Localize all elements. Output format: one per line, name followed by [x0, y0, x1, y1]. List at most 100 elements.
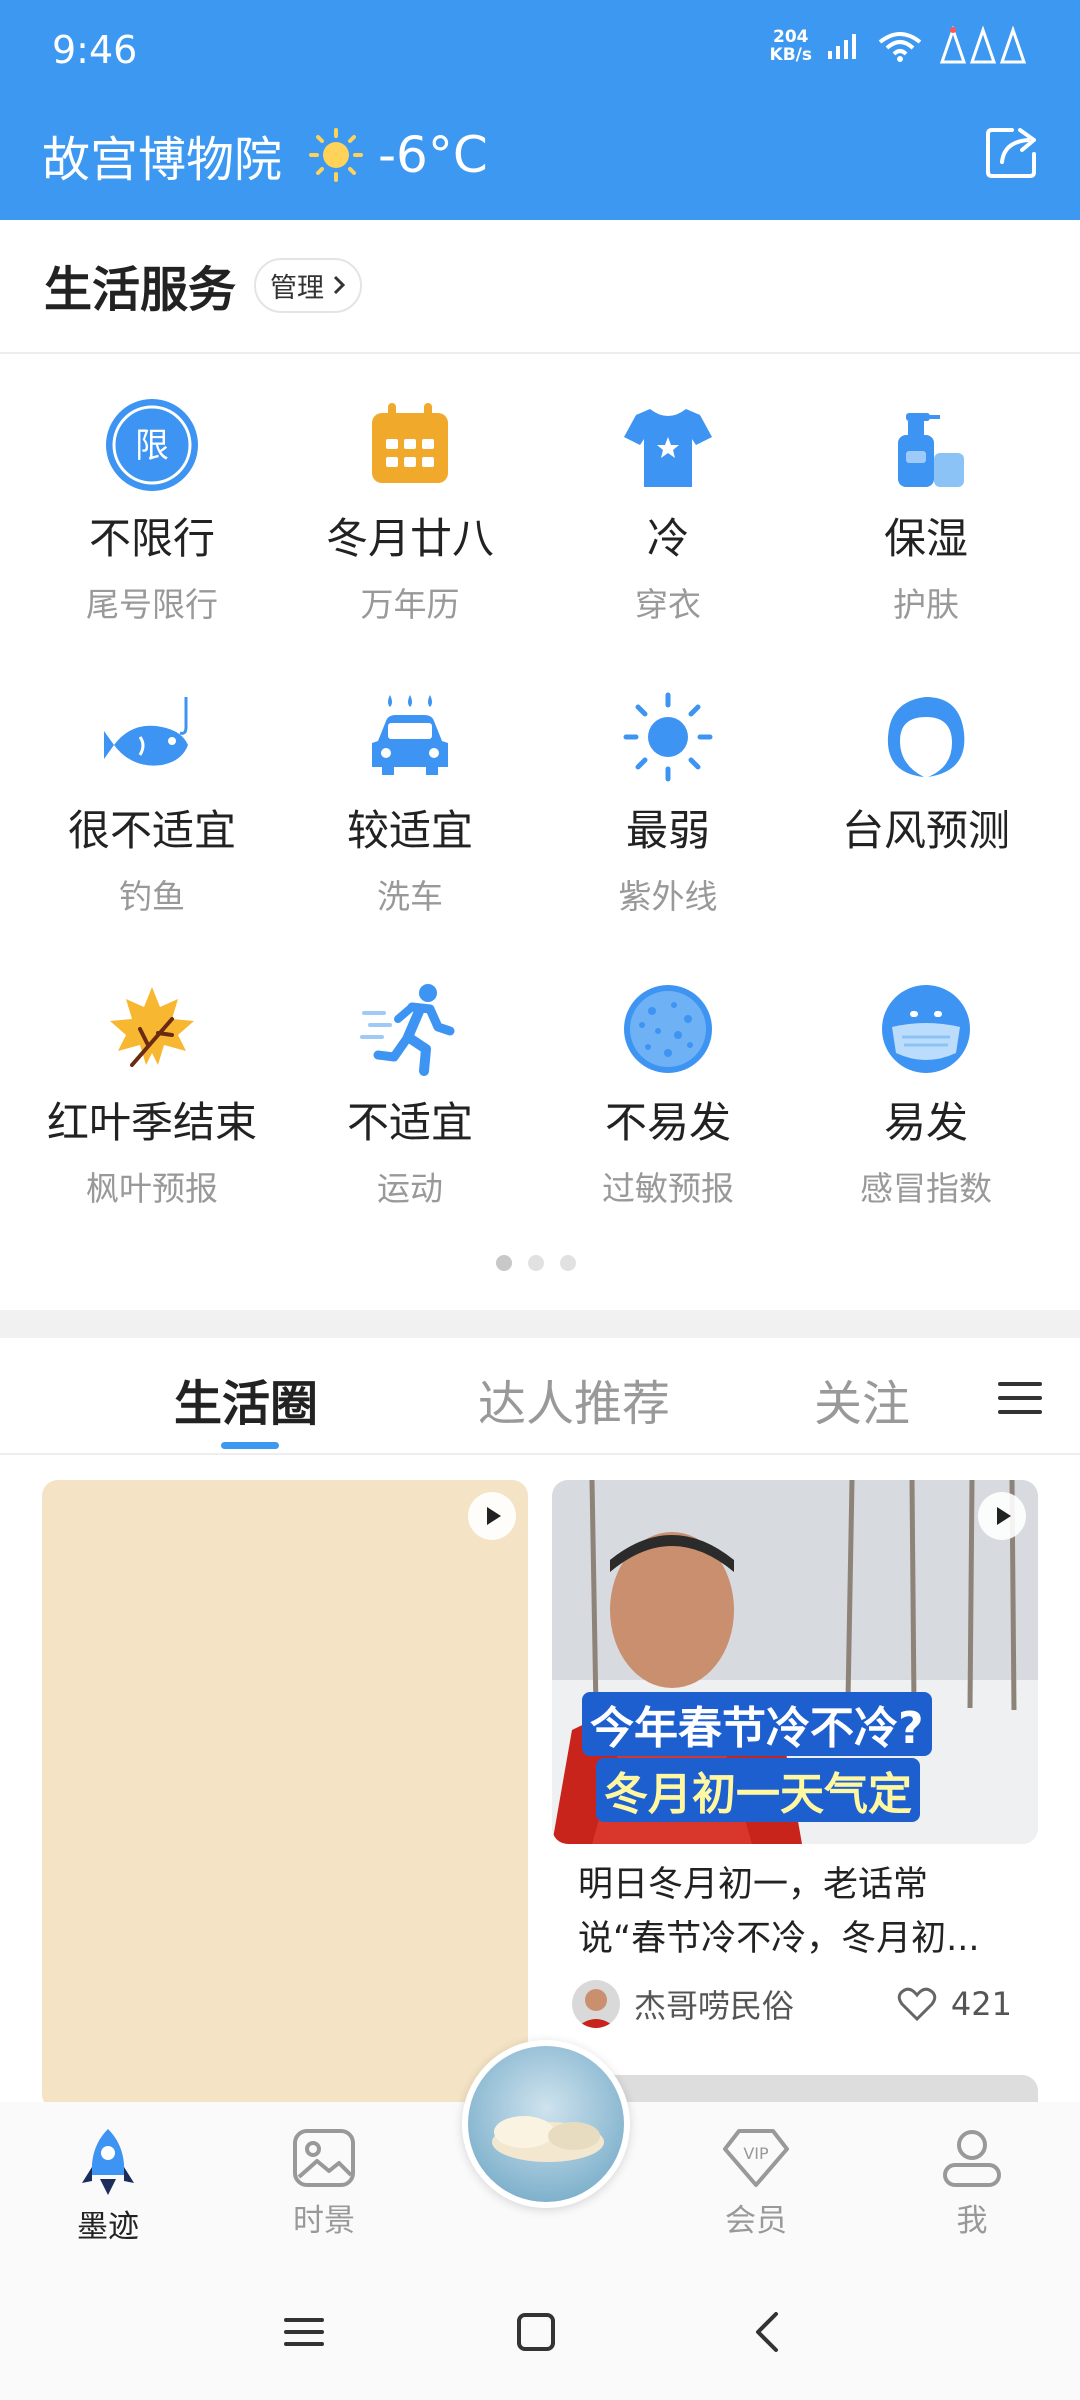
service-restriction[interactable]: 限 不限行 尾号限行	[22, 395, 282, 626]
nav-moji[interactable]: 墨迹	[48, 2125, 168, 2246]
service-label: 紫外线	[618, 877, 718, 916]
chevron-right-icon	[333, 275, 346, 295]
service-value: 不适宜	[346, 1098, 473, 1147]
nav-me[interactable]: 我	[912, 2125, 1032, 2240]
service-typhoon[interactable]: 台风预测	[796, 687, 1056, 870]
author-name[interactable]: 杰哥唠民俗	[634, 1981, 794, 2027]
page-dot-active	[496, 1255, 512, 1271]
service-label: 尾号限行	[86, 585, 218, 624]
uv-sun-icon	[623, 692, 713, 782]
service-label: 万年历	[360, 585, 460, 624]
app-header: 9:46 204 KB/s 故宫博物院 -6°C	[0, 0, 1080, 220]
tab-expert-recommend[interactable]: 达人推荐	[478, 1364, 670, 1434]
heart-icon	[897, 1987, 937, 2022]
svg-text:限: 限	[135, 426, 169, 466]
thumbnail-overlay-line2: 冬月初一天气定	[596, 1758, 920, 1822]
maple-leaf-icon	[110, 987, 194, 1067]
service-value: 很不适宜	[67, 806, 236, 855]
manage-label: 管理	[270, 272, 325, 304]
services-header: 生活服务 管理	[44, 250, 363, 320]
home-icon[interactable]	[516, 2312, 556, 2352]
service-value: 冬月廿八	[325, 514, 494, 563]
share-icon[interactable]	[982, 122, 1042, 182]
services-title: 生活服务	[44, 262, 237, 318]
image-icon	[293, 2129, 355, 2187]
service-value: 易发	[883, 1098, 968, 1147]
card-author-row: 杰哥唠民俗 421	[572, 1980, 1012, 2028]
typhoon-icon	[887, 697, 965, 777]
service-label: 钓鱼	[119, 877, 185, 916]
service-label: 过敏预报	[602, 1169, 734, 1208]
running-icon	[360, 984, 455, 1076]
video-thumbnail: 今年春节冷不冷? 冬月初一天气定	[552, 1480, 1038, 1844]
notification-tree-icons	[939, 26, 1027, 64]
play-icon	[468, 1492, 516, 1540]
service-maple[interactable]: 红叶季结束 枫叶预报	[22, 979, 282, 1210]
service-value: 不限行	[88, 514, 215, 563]
car-wash-icon	[372, 695, 448, 775]
service-uv[interactable]: 最弱 紫外线	[538, 687, 798, 918]
service-clothing[interactable]: 冷 穿衣	[538, 395, 798, 626]
mask-face-icon	[882, 985, 970, 1073]
service-cold[interactable]: 易发 感冒指数	[796, 979, 1056, 1210]
nav-vip[interactable]: VIP 会员	[696, 2125, 816, 2240]
service-fishing[interactable]: 很不适宜 钓鱼	[22, 687, 282, 918]
net-speed-unit: KB/s	[769, 45, 812, 65]
service-value: 最弱	[625, 806, 710, 855]
vip-icon: VIP	[723, 2129, 789, 2187]
service-value: 保湿	[883, 514, 968, 563]
tab-following[interactable]: 关注	[814, 1364, 910, 1434]
temperature: -6°C	[378, 126, 488, 184]
tab-life-circle[interactable]: 生活圈	[174, 1364, 318, 1434]
page-dot	[560, 1255, 576, 1271]
signal-icon	[828, 34, 856, 59]
service-skincare[interactable]: 保湿 护肤	[796, 395, 1056, 626]
service-carwash[interactable]: 较适宜 洗车	[280, 687, 540, 918]
user-icon	[943, 2130, 1001, 2187]
avatar[interactable]	[572, 1980, 620, 2028]
status-icons: 204 KB/s	[770, 26, 1028, 66]
manage-button[interactable]: 管理	[254, 257, 363, 313]
sun-icon	[309, 128, 364, 182]
service-label: 感冒指数	[860, 1169, 992, 1208]
service-value: 台风预测	[841, 806, 1010, 855]
net-speed: 204 KB/s	[770, 28, 812, 64]
fish-icon	[104, 697, 188, 766]
like-button[interactable]: 421	[897, 1985, 1012, 2023]
feed-card-article[interactable]: 今年春节冷不冷? 冬月初一天气定 明日冬月初一，老话常说“春节冷不冷，冬月初..…	[552, 1480, 1038, 2028]
location-name[interactable]: 故宫博物院	[42, 120, 282, 190]
thumbnail-overlay-line1: 今年春节冷不冷?	[582, 1692, 932, 1756]
calendar-icon	[372, 403, 448, 483]
skincare-icon	[898, 413, 964, 487]
nav-label: 墨迹	[77, 2209, 139, 2245]
net-speed-value: 204	[773, 27, 809, 47]
nav-scenery[interactable]: 时景	[264, 2125, 384, 2240]
rocket-icon	[82, 2129, 134, 2195]
service-label: 枫叶预报	[86, 1169, 218, 1208]
service-label: 护肤	[893, 585, 959, 624]
service-label: 穿衣	[635, 585, 701, 624]
active-tab-indicator	[221, 1442, 279, 1449]
service-value: 较适宜	[346, 806, 473, 855]
service-value: 冷	[646, 514, 689, 563]
back-icon[interactable]	[752, 2310, 782, 2354]
feed-card-video[interactable]	[42, 1480, 528, 2110]
service-label: 运动	[377, 1169, 443, 1208]
center-weather-globe[interactable]	[462, 2040, 630, 2208]
svg-text:VIP: VIP	[743, 2144, 769, 2163]
menu-icon[interactable]	[998, 1378, 1042, 1418]
tshirt-icon	[624, 409, 712, 487]
section-gap	[0, 1310, 1080, 1338]
nav-label: 时景	[293, 2203, 355, 2239]
system-navigation-bar	[0, 2280, 1080, 2400]
feed-tabs: 生活圈 达人推荐 关注	[0, 1338, 1080, 1455]
page-dot	[528, 1255, 544, 1271]
service-calendar[interactable]: 冬月廿八 万年历	[280, 395, 540, 626]
like-count: 421	[950, 1985, 1012, 2023]
service-label: 洗车	[377, 877, 443, 916]
page-indicator	[496, 1255, 576, 1271]
service-sport[interactable]: 不适宜 运动	[280, 979, 540, 1210]
service-allergy[interactable]: 不易发 过敏预报	[538, 979, 798, 1210]
recent-apps-icon[interactable]	[284, 2312, 324, 2352]
wifi-icon	[878, 32, 922, 62]
